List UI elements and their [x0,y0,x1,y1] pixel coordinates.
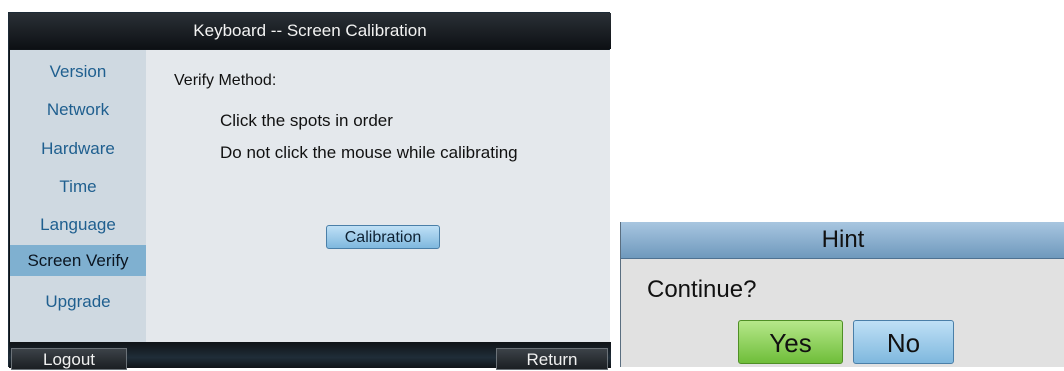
instruction-line: Do not click the mouse while calibrating [220,143,518,162]
sidebar-item-time[interactable]: Time [10,173,146,201]
sidebar-item-network[interactable]: Network [10,96,146,124]
sidebar-item-hardware[interactable]: Hardware [10,135,146,163]
window-title: Keyboard -- Screen Calibration [9,13,611,49]
bottom-bar: Logout Return [9,342,611,370]
sidebar-item-screen-verify[interactable]: Screen Verify [10,245,146,276]
sidebar-item-upgrade[interactable]: Upgrade [10,288,146,316]
sidebar-item-version[interactable]: Version [10,58,146,86]
yes-button[interactable]: Yes [738,320,843,364]
hint-dialog: Hint Continue? Yes No [620,222,1064,367]
content-panel: Verify Method: Click the spots in order … [146,50,610,342]
calibration-window: Keyboard -- Screen Calibration Version N… [8,12,611,370]
hint-question: Continue? [647,276,757,303]
verify-method-heading: Verify Method: [174,72,277,89]
sidebar: Version Network Hardware Time Language S… [10,50,146,342]
no-button[interactable]: No [853,320,954,364]
sidebar-item-language[interactable]: Language [10,211,146,239]
instruction-line: Click the spots in order [220,111,393,130]
hint-title: Hint [621,222,1064,259]
calibration-button[interactable]: Calibration [326,225,440,249]
